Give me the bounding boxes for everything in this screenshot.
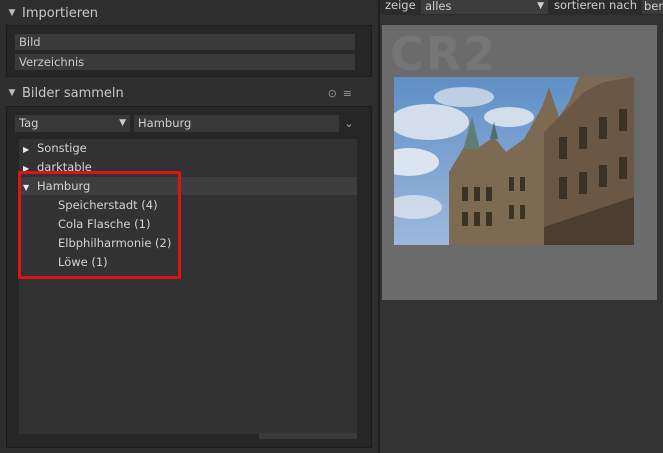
lighttable-area: zeige alles ▼ sortieren nach ber CR2 bbox=[380, 0, 663, 453]
chevron-down-icon: ▼ bbox=[119, 118, 126, 128]
sort-select[interactable]: ber bbox=[642, 0, 663, 14]
collapse-arrow-icon[interactable]: ▼ bbox=[5, 8, 19, 18]
filter-bar: zeige alles ▼ sortieren nach ber bbox=[380, 0, 663, 15]
show-select[interactable]: alles ▼ bbox=[421, 0, 548, 14]
thumbnail-image[interactable] bbox=[394, 77, 634, 245]
thumbnail-cell[interactable]: CR2 bbox=[382, 25, 657, 300]
import-image-button[interactable]: Bild bbox=[15, 34, 355, 50]
collect-section-title: Bilder sammeln bbox=[22, 85, 124, 101]
collapse-arrow-icon[interactable]: ▼ bbox=[5, 88, 19, 98]
menu-icon[interactable]: ≡ bbox=[343, 87, 358, 100]
show-label: zeige bbox=[385, 0, 416, 12]
sort-select-value: ber bbox=[644, 0, 663, 13]
format-label: CR2 bbox=[390, 27, 498, 81]
chevron-down-icon[interactable]: ⌄ bbox=[342, 115, 356, 132]
chevron-down-icon: ▼ bbox=[537, 1, 544, 11]
property-select-value: Tag bbox=[19, 116, 39, 130]
show-select-value: alles bbox=[425, 0, 452, 13]
tree-item-label: Sonstige bbox=[37, 141, 87, 155]
property-select[interactable]: Tag ▼ bbox=[15, 115, 130, 132]
collect-header-icons: ⊙≡ bbox=[328, 87, 358, 100]
reset-icon[interactable]: ⊙ bbox=[328, 87, 343, 100]
import-section-header[interactable]: ▼ Importieren bbox=[0, 2, 370, 24]
left-panel: ▼ Importieren Bild Verzeichnis ▼ Bilder … bbox=[0, 0, 378, 453]
collect-section-header[interactable]: ▼ Bilder sammeln bbox=[0, 82, 370, 104]
sort-label: sortieren nach bbox=[554, 0, 637, 12]
tree-item-sonstige[interactable]: ▶ Sonstige bbox=[19, 139, 357, 157]
expand-arrow-icon[interactable]: ▶ bbox=[23, 141, 37, 159]
tree-scrollbar[interactable] bbox=[259, 433, 357, 439]
highlight-box bbox=[18, 171, 181, 279]
import-folder-button[interactable]: Verzeichnis bbox=[15, 54, 355, 70]
import-section-title: Importieren bbox=[22, 5, 99, 21]
tag-value-input[interactable]: Hamburg bbox=[134, 115, 339, 132]
hamburg-rathaus-photo bbox=[394, 77, 634, 245]
tag-value-text: Hamburg bbox=[138, 116, 192, 130]
